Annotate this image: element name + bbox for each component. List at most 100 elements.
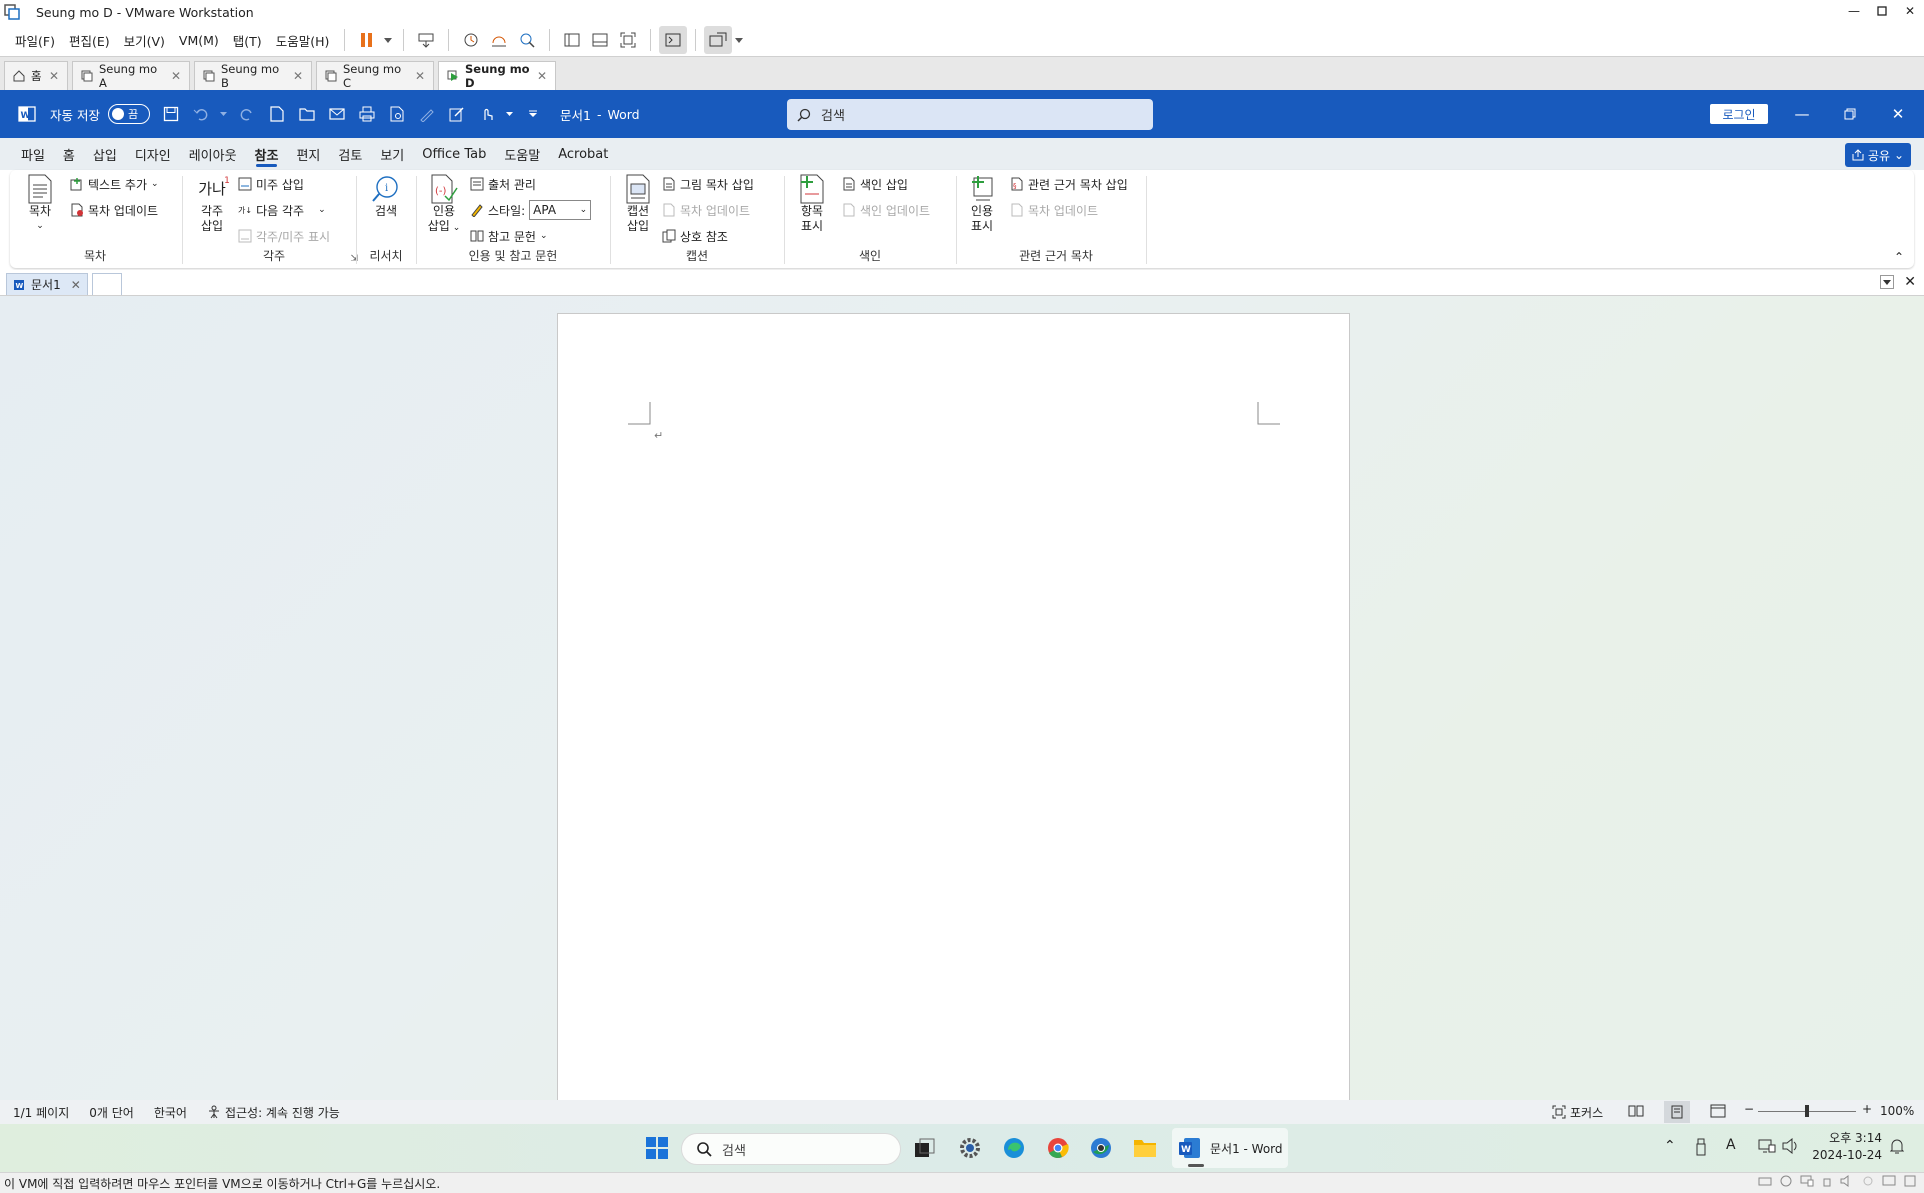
print-icon[interactable] — [354, 101, 380, 127]
vmware-menu-tab[interactable]: 탭(T) — [226, 31, 269, 50]
zoom-slider[interactable] — [1758, 1105, 1856, 1117]
word-count[interactable]: 0개 단어 — [89, 1104, 134, 1121]
vmware-tab-seung-mo-d[interactable]: Seung mo D ✕ — [438, 61, 556, 90]
undo-icon[interactable] — [188, 101, 214, 127]
revert-snapshot-icon[interactable] — [485, 26, 513, 54]
print-preview-icon[interactable] — [384, 101, 410, 127]
notification-bell-icon[interactable] — [1890, 1138, 1904, 1154]
undo-dropdown-icon[interactable] — [218, 101, 230, 127]
settings-gear-icon[interactable] — [953, 1132, 987, 1164]
email-icon[interactable] — [324, 101, 350, 127]
touch-mode-icon[interactable] — [474, 101, 500, 127]
print-layout-icon[interactable] — [1664, 1101, 1690, 1123]
track-changes-icon[interactable] — [444, 101, 470, 127]
task-view-icon[interactable] — [908, 1132, 942, 1164]
vmware-menu-vm[interactable]: VM(M) — [172, 33, 226, 48]
volume-icon[interactable] — [1782, 1138, 1800, 1154]
vmware-tab-seung-mo-c[interactable]: Seung mo C ✕ — [316, 61, 434, 90]
close-icon[interactable]: ✕ — [171, 69, 181, 83]
research-search-button[interactable]: i 검색 — [364, 174, 408, 219]
autosave-toggle[interactable]: 끔 — [107, 104, 150, 124]
vmware-menu-help[interactable]: 도움말(H) — [269, 31, 337, 50]
mark-citation-button[interactable]: 인용 표시 — [962, 174, 1002, 234]
add-text-button[interactable]: 텍스트 추가 ⌄ — [70, 174, 159, 194]
insert-endnote-button[interactable]: 미주 삽입 — [238, 174, 304, 194]
language[interactable]: 한국어 — [154, 1104, 187, 1121]
zoom-in-button[interactable]: + — [1862, 1102, 1872, 1116]
update-index-button[interactable]: 색인 업데이트 — [842, 200, 930, 220]
ime-indicator-icon[interactable]: A — [1726, 1137, 1736, 1153]
chrome-canary-icon[interactable] — [1084, 1132, 1118, 1164]
close-icon[interactable]: ✕ — [537, 69, 547, 83]
printer-icon[interactable] — [1862, 1175, 1874, 1187]
zoom-out-button[interactable]: − — [1744, 1102, 1754, 1116]
tab-list-dropdown-icon[interactable] — [1880, 275, 1894, 289]
share-button[interactable]: 공유 ⌄ — [1845, 143, 1911, 167]
taskbar-clock[interactable]: 오후 3:14 2024-10-24 — [1810, 1130, 1882, 1164]
bibliography-button[interactable]: 참고 문헌 ⌄ — [470, 226, 548, 246]
zoom-slider-thumb[interactable] — [1805, 1105, 1809, 1117]
edge-browser-icon[interactable] — [997, 1132, 1031, 1164]
citation-style-select[interactable]: APA ⌄ — [529, 200, 592, 220]
zoom-level[interactable]: 100% — [1880, 1104, 1914, 1118]
show-notes-button[interactable]: 각주/미주 표시 — [238, 226, 330, 246]
mark-entry-button[interactable]: 항목 표시 — [792, 174, 832, 234]
network-adapter-icon[interactable] — [1800, 1175, 1814, 1187]
vmware-maximize-button[interactable] — [1868, 0, 1896, 22]
snapshot-manager-icon[interactable] — [513, 26, 541, 54]
new-document-tab[interactable] — [91, 273, 122, 295]
vmware-tab-seung-mo-b[interactable]: Seung mo B ✕ — [194, 61, 312, 90]
pause-vm-button[interactable] — [353, 26, 381, 54]
insert-caption-button[interactable]: 캡션 삽입 — [618, 174, 658, 234]
tab-insert[interactable]: 삽입 — [84, 138, 126, 170]
insert-footnote-button[interactable]: 가나 1 각주 삽입 — [192, 174, 232, 234]
vmware-menu-edit[interactable]: 편집(E) — [62, 31, 117, 50]
vmware-tab-home[interactable]: 홈 ✕ — [4, 61, 68, 90]
chrome-browser-icon[interactable] — [1041, 1132, 1075, 1164]
tab-review[interactable]: 검토 — [329, 138, 371, 170]
cross-reference-button[interactable]: 상호 참조 — [662, 226, 728, 246]
vmware-menu-view[interactable]: 보기(V) — [117, 31, 172, 50]
thumbnail-bar-icon[interactable] — [586, 26, 614, 54]
insert-table-of-figures-button[interactable]: 그림 목차 삽입 — [662, 174, 754, 194]
display-icon[interactable] — [1882, 1175, 1896, 1187]
toc-button[interactable]: 목차 ⌄ — [20, 174, 60, 234]
file-explorer-icon[interactable] — [1128, 1132, 1162, 1164]
tab-file[interactable]: 파일 — [12, 138, 54, 170]
tab-references[interactable]: 참조 — [246, 138, 288, 170]
sound-card-icon[interactable] — [1840, 1175, 1854, 1187]
save-icon[interactable] — [158, 101, 184, 127]
stretch-dropdown-icon[interactable] — [732, 26, 746, 54]
tab-office-tab[interactable]: Office Tab — [413, 138, 495, 170]
page-count[interactable]: 1/1 페이지 — [13, 1104, 69, 1121]
close-icon[interactable]: ✕ — [415, 69, 425, 83]
tab-layout[interactable]: 레이아웃 — [180, 138, 246, 170]
update-toc-button[interactable]: 목차 업데이트 — [70, 200, 158, 220]
word-restore-button[interactable] — [1826, 90, 1874, 138]
hard-disk-icon[interactable] — [1758, 1175, 1772, 1187]
close-icon[interactable]: ✕ — [71, 278, 81, 292]
insert-index-button[interactable]: 색인 삽입 — [842, 174, 908, 194]
send-ctrl-alt-del-icon[interactable] — [412, 26, 440, 54]
manage-sources-button[interactable]: 출처 관리 — [470, 174, 536, 194]
next-footnote-button[interactable]: 가↓ 다음 각주 ⌄ — [238, 200, 326, 220]
message-log-icon[interactable] — [1904, 1175, 1916, 1187]
login-button[interactable]: 로그인 — [1710, 104, 1768, 124]
close-icon[interactable]: ✕ — [49, 69, 59, 83]
vmware-minimize-button[interactable]: — — [1840, 0, 1868, 22]
web-layout-icon[interactable] — [1710, 1104, 1726, 1118]
word-minimize-button[interactable]: — — [1778, 90, 1826, 138]
full-screen-icon[interactable] — [614, 26, 642, 54]
tab-home[interactable]: 홈 — [54, 138, 84, 170]
taskbar-search-box[interactable]: 검색 — [681, 1133, 901, 1165]
redo-icon[interactable] — [234, 101, 260, 127]
close-all-tabs-icon[interactable]: ✕ — [1904, 274, 1916, 290]
close-icon[interactable]: ✕ — [293, 69, 303, 83]
customize-toolbar-icon[interactable] — [520, 101, 546, 127]
document-canvas[interactable]: ↵ — [0, 296, 1924, 1113]
word-search-box[interactable]: 검색 — [787, 99, 1153, 130]
update-toa-button[interactable]: 목차 업데이트 — [1010, 200, 1098, 220]
chevron-up-icon[interactable]: ⌃ — [1664, 1138, 1676, 1154]
tab-help[interactable]: 도움말 — [495, 138, 549, 170]
show-library-icon[interactable] — [558, 26, 586, 54]
